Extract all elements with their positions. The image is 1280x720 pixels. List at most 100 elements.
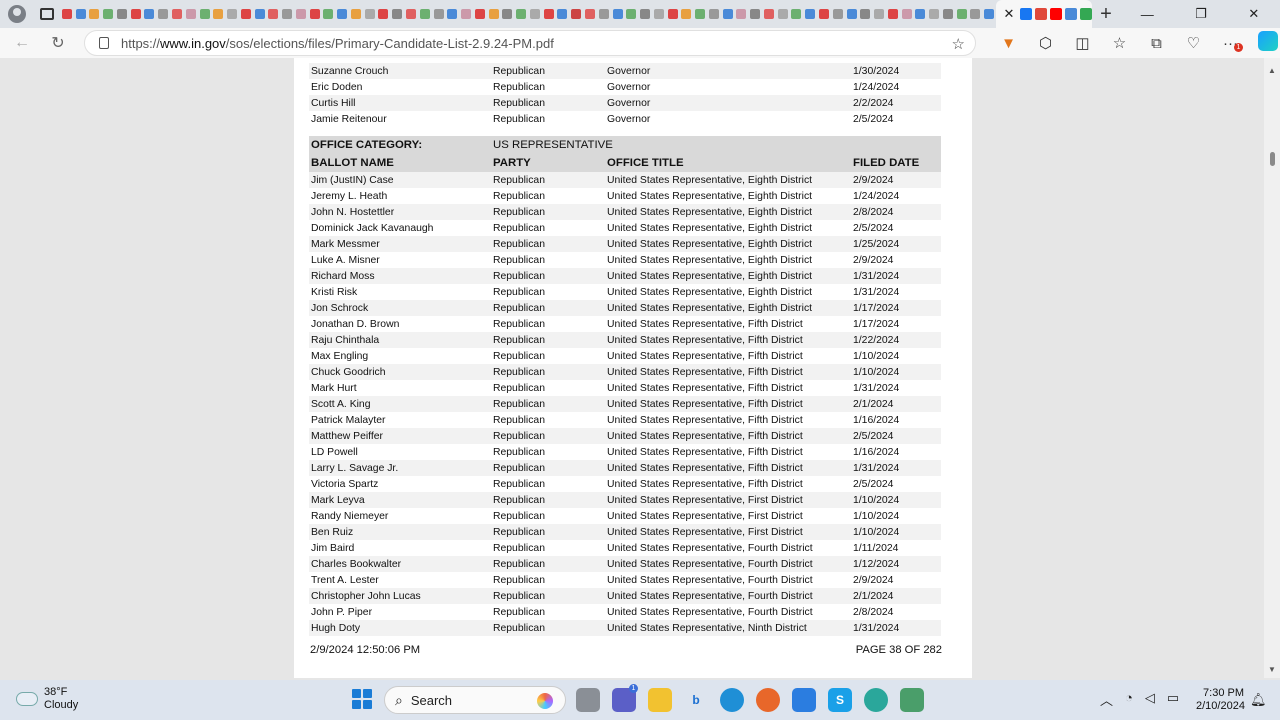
task-view-icon[interactable] — [576, 688, 600, 712]
browser-tab[interactable] — [308, 0, 322, 28]
browser-tab[interactable] — [404, 0, 418, 28]
wifi-icon[interactable]: ◔ — [1125, 690, 1133, 709]
browser-tab[interactable] — [597, 0, 611, 28]
browser-tab[interactable] — [638, 0, 652, 28]
tab-actions-icon[interactable] — [40, 8, 54, 20]
browser-tab[interactable] — [60, 0, 74, 28]
browser-tab[interactable] — [74, 0, 88, 28]
minimize-icon[interactable]: — — [1141, 7, 1154, 22]
chat-icon[interactable]: 1 — [612, 684, 638, 712]
pdf-viewer[interactable]: Suzanne Crouch Republican Governor 1/30/202… — [0, 58, 1280, 678]
lock-icon[interactable] — [99, 37, 109, 49]
clock[interactable]: 7:30 PM 2/10/2024 — [1196, 687, 1245, 713]
browser-tab[interactable] — [156, 0, 170, 28]
browser-tab[interactable] — [473, 0, 487, 28]
favorites-icon[interactable]: ☆ — [1101, 34, 1138, 52]
browser-tab[interactable] — [845, 0, 859, 28]
browser-tab[interactable] — [872, 0, 886, 28]
browser-tab[interactable] — [129, 0, 143, 28]
browser-tab[interactable] — [322, 0, 336, 28]
notifications-bell-icon[interactable]: 🔔︎ — [1250, 692, 1267, 708]
browser-tab[interactable] — [542, 0, 556, 28]
profile-icon[interactable] — [8, 5, 26, 23]
browser-tab[interactable] — [459, 0, 473, 28]
file-explorer-icon[interactable] — [648, 688, 672, 712]
browser-tab[interactable] — [556, 0, 570, 28]
browser-tab[interactable] — [101, 0, 115, 28]
browser-tab[interactable] — [886, 0, 900, 28]
favorite-star-icon[interactable]: ☆ — [952, 35, 965, 53]
browser-tab[interactable] — [432, 0, 446, 28]
browser-tab[interactable] — [583, 0, 597, 28]
browser-tab[interactable] — [762, 0, 776, 28]
browser-tab[interactable] — [735, 0, 749, 28]
address-bar[interactable]: https://www.in.gov/sos/elections/files/P… — [84, 30, 976, 56]
taskbar-search[interactable]: ⌕ Search — [384, 686, 566, 714]
browser-tab[interactable] — [721, 0, 735, 28]
back-arrow-icon[interactable]: ← — [4, 34, 40, 52]
collections-icon[interactable]: ⧉ — [1138, 35, 1175, 52]
browser-tab[interactable] — [913, 0, 927, 28]
tab-favicon-icon[interactable] — [1080, 8, 1092, 20]
active-tab[interactable]: ✕ — [996, 0, 1092, 28]
network-globe-icon[interactable] — [864, 688, 888, 712]
vertical-scrollbar[interactable]: ▲ ▼ — [1264, 58, 1280, 678]
close-window-icon[interactable]: ✕ — [1248, 6, 1259, 22]
browser-tab[interactable] — [363, 0, 377, 28]
browser-tab[interactable] — [88, 0, 102, 28]
browser-tab[interactable] — [679, 0, 693, 28]
browser-tab[interactable] — [611, 0, 625, 28]
browser-tab[interactable] — [390, 0, 404, 28]
browser-tab[interactable] — [693, 0, 707, 28]
copilot-icon[interactable] — [1249, 31, 1280, 55]
browser-tab[interactable] — [377, 0, 391, 28]
browser-tab[interactable] — [858, 0, 872, 28]
tab-favicon-icon[interactable] — [1035, 8, 1047, 20]
browser-tab[interactable] — [225, 0, 239, 28]
edge-icon[interactable] — [720, 688, 744, 712]
refresh-icon[interactable]: ↻ — [40, 33, 76, 53]
weather-widget[interactable]: 38°F Cloudy — [16, 686, 78, 712]
browser-essentials-icon[interactable]: ♡ — [1175, 34, 1212, 52]
browser-tab[interactable] — [528, 0, 542, 28]
browser-tab[interactable] — [790, 0, 804, 28]
scroll-up-arrow-icon[interactable]: ▲ — [1268, 66, 1276, 75]
browser-tab[interactable] — [982, 0, 996, 28]
tab-favicon-icon[interactable] — [1065, 8, 1077, 20]
scroll-thumb[interactable] — [1270, 152, 1275, 166]
browser-tab[interactable] — [266, 0, 280, 28]
settings-more-icon[interactable]: ··· 1 — [1212, 35, 1249, 52]
browser-tab[interactable] — [955, 0, 969, 28]
browser-tab[interactable] — [445, 0, 459, 28]
firefox-icon[interactable] — [756, 688, 780, 712]
restore-icon[interactable]: ❐ — [1195, 6, 1207, 22]
split-screen-icon[interactable]: ◫ — [1064, 34, 1101, 52]
browser-tab[interactable] — [569, 0, 583, 28]
browser-tab[interactable] — [514, 0, 528, 28]
extensions-puzzle-icon[interactable]: ⬡ — [1027, 34, 1064, 52]
browser-tab[interactable] — [652, 0, 666, 28]
bing-icon[interactable]: b — [684, 688, 708, 712]
notepad-icon[interactable] — [792, 688, 816, 712]
browser-tab[interactable] — [803, 0, 817, 28]
browser-tab[interactable] — [624, 0, 638, 28]
photos-icon[interactable] — [900, 688, 924, 712]
tab-favicon-icon[interactable] — [1050, 8, 1062, 20]
browser-tab[interactable] — [253, 0, 267, 28]
browser-tab[interactable] — [969, 0, 983, 28]
browser-tab[interactable] — [707, 0, 721, 28]
browser-tab[interactable] — [927, 0, 941, 28]
browser-tab[interactable] — [184, 0, 198, 28]
close-tab-icon[interactable]: ✕ — [1002, 6, 1016, 22]
browser-tab[interactable] — [335, 0, 349, 28]
browser-tab[interactable] — [817, 0, 831, 28]
browser-tab[interactable] — [418, 0, 432, 28]
browser-tab[interactable] — [666, 0, 680, 28]
browser-tab[interactable] — [294, 0, 308, 28]
browser-tab[interactable] — [501, 0, 515, 28]
browser-tab[interactable] — [170, 0, 184, 28]
browser-tab[interactable] — [211, 0, 225, 28]
tab-favicon-icon[interactable] — [1020, 8, 1032, 20]
browser-tab[interactable] — [941, 0, 955, 28]
browser-tab[interactable] — [748, 0, 762, 28]
